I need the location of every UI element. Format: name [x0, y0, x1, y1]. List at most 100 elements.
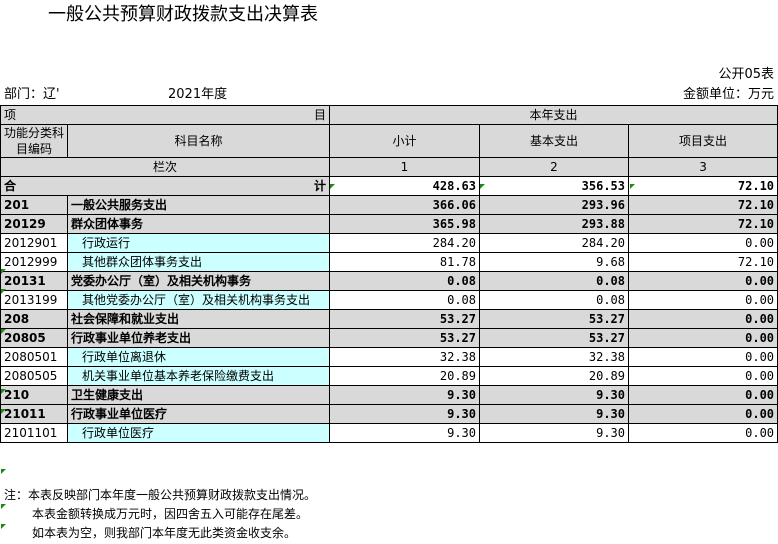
row-project: 0.00 [627, 290, 778, 310]
note-line-3: 如本表为空，则我部门本年度无此类资金收支余。 [32, 526, 297, 540]
row-name: 一般公共服务支出 [67, 195, 330, 215]
table-row: 210 卫生健康支出 9.30 9.30 0.00 [0, 385, 778, 405]
row-project: 0.00 [627, 271, 778, 291]
row-project: 0.00 [627, 366, 778, 386]
cell-marker-icon [630, 184, 635, 189]
table-row: 2013199 其他党委办公厅（室）及相关机构事务支出 0.08 0.08 0.00 [0, 290, 778, 310]
header-item-right: 目 [313, 108, 326, 122]
header-basic: 基本支出 [479, 124, 629, 158]
cell-marker-icon [1, 269, 6, 274]
total-subtotal: 428.63 [329, 176, 480, 196]
row-project: 72.10 [627, 252, 778, 272]
header-row-3: 栏次 1 2 3 [0, 157, 778, 177]
header-year-expenditure: 本年支出 [328, 105, 778, 125]
row-project: 72.10 [627, 214, 778, 234]
row-code: 2080505 [0, 366, 68, 386]
header-item-left: 项 [4, 108, 17, 122]
expenditure-table: 项 目 本年支出 功能分类科目编码 科目名称 小计 基本支出 项目支出 栏次 1… [0, 105, 778, 443]
row-subtotal: 32.38 [329, 347, 480, 367]
fiscal-year: 2021年度 [168, 87, 228, 102]
row-project: 72.10 [627, 195, 778, 215]
cell-marker-icon [1, 504, 6, 509]
total-project: 72.10 [627, 176, 778, 196]
row-name: 行政单位医疗 [67, 423, 330, 443]
cell-marker-icon [330, 184, 335, 189]
header-col-index: 栏次 [0, 157, 330, 177]
row-basic: 293.96 [479, 195, 629, 215]
footnotes: 注：本表反映部门本年度一般公共预算财政拨款支出情况。 本表金额转换成万元时，因四… [4, 486, 316, 543]
header-col-3: 3 [627, 157, 778, 177]
header-row-1: 项 目 本年支出 [0, 105, 778, 125]
row-project: 0.00 [627, 385, 778, 405]
row-code: 2101101 [0, 423, 68, 443]
total-row: 合 计 428.63 356.53 72.10 [0, 176, 778, 196]
row-name: 卫生健康支出 [67, 385, 330, 405]
cell-marker-icon [1, 409, 6, 414]
row-project: 0.00 [627, 309, 778, 329]
row-basic: 9.30 [479, 404, 629, 424]
row-project: 0.00 [627, 404, 778, 424]
header-project: 项目支出 [627, 124, 778, 158]
header-code: 功能分类科目编码 [0, 124, 68, 158]
row-code: 2013199 [0, 290, 68, 310]
row-name: 其他党委办公厅（室）及相关机构事务支出 [67, 290, 330, 310]
row-subtotal: 0.08 [329, 290, 480, 310]
total-label-right: 计 [313, 179, 326, 193]
row-project: 0.00 [627, 233, 778, 253]
table-row: 2080501 行政单位离退休 32.38 32.38 0.00 [0, 347, 778, 367]
row-code: 210 [0, 385, 68, 405]
cell-marker-icon [1, 469, 6, 474]
row-name: 群众团体事务 [67, 214, 330, 234]
row-basic: 53.27 [479, 328, 629, 348]
cell-marker-icon [1, 329, 6, 334]
cell-marker-icon [1, 524, 6, 529]
note-line-2: 本表金额转换成万元时，因四舍五入可能存在尾差。 [32, 507, 309, 521]
cell-marker-icon [1, 289, 6, 294]
row-name: 机关事业单位基本养老保险缴费支出 [67, 366, 330, 386]
row-code: 2012901 [0, 233, 68, 253]
header-name: 科目名称 [67, 124, 330, 158]
table-row: 201 一般公共服务支出 366.06 293.96 72.10 [0, 195, 778, 215]
row-subtotal: 9.30 [329, 385, 480, 405]
row-basic: 293.88 [479, 214, 629, 234]
row-subtotal: 9.30 [329, 423, 480, 443]
row-basic: 32.38 [479, 347, 629, 367]
row-name: 行政单位离退休 [67, 347, 330, 367]
row-project: 0.00 [627, 347, 778, 367]
row-name: 其他群众团体事务支出 [67, 252, 330, 272]
row-basic: 53.27 [479, 309, 629, 329]
row-name: 行政事业单位养老支出 [67, 328, 330, 348]
row-basic: 9.68 [479, 252, 629, 272]
row-code: 201 [0, 195, 68, 215]
page-title: 一般公共预算财政拨款支出决算表 [48, 4, 318, 25]
row-subtotal: 365.98 [329, 214, 480, 234]
form-number: 公开05表 [718, 67, 774, 82]
row-basic: 9.30 [479, 423, 629, 443]
total-label-cell: 合 计 [0, 176, 330, 196]
row-subtotal: 81.78 [329, 252, 480, 272]
table-row: 2012999 其他群众团体事务支出 81.78 9.68 72.10 [0, 252, 778, 272]
row-name: 行政运行 [67, 233, 330, 253]
header-row-2: 功能分类科目编码 科目名称 小计 基本支出 项目支出 [0, 124, 778, 158]
table-row: 2101101 行政单位医疗 9.30 9.30 0.00 [0, 423, 778, 443]
row-subtotal: 53.27 [329, 309, 480, 329]
header-item-cell: 项 目 [0, 105, 330, 125]
row-basic: 0.08 [479, 290, 629, 310]
row-name: 行政事业单位医疗 [67, 404, 330, 424]
row-code: 2080501 [0, 347, 68, 367]
row-subtotal: 0.08 [329, 271, 480, 291]
table-row: 2012901 行政运行 284.20 284.20 0.00 [0, 233, 778, 253]
table-row: 20129 群众团体事务 365.98 293.88 72.10 [0, 214, 778, 234]
row-code: 21011 [0, 404, 68, 424]
row-project: 0.00 [627, 423, 778, 443]
row-basic: 20.89 [479, 366, 629, 386]
row-subtotal: 366.06 [329, 195, 480, 215]
row-basic: 0.08 [479, 271, 629, 291]
header-subtotal: 小计 [329, 124, 480, 158]
total-basic: 356.53 [479, 176, 629, 196]
row-code: 208 [0, 309, 68, 329]
row-name: 社会保障和就业支出 [67, 309, 330, 329]
table-row: 208 社会保障和就业支出 53.27 53.27 0.00 [0, 309, 778, 329]
row-code: 20805 [0, 328, 68, 348]
table-row: 21011 行政事业单位医疗 9.30 9.30 0.00 [0, 404, 778, 424]
